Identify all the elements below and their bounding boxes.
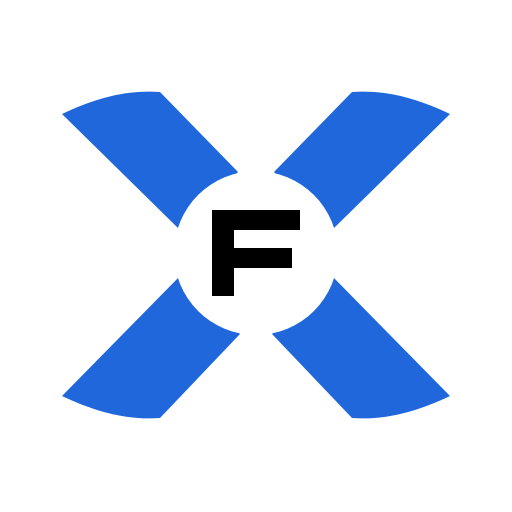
x-f-logo: [62, 91, 450, 419]
logo-canvas: [0, 0, 512, 512]
